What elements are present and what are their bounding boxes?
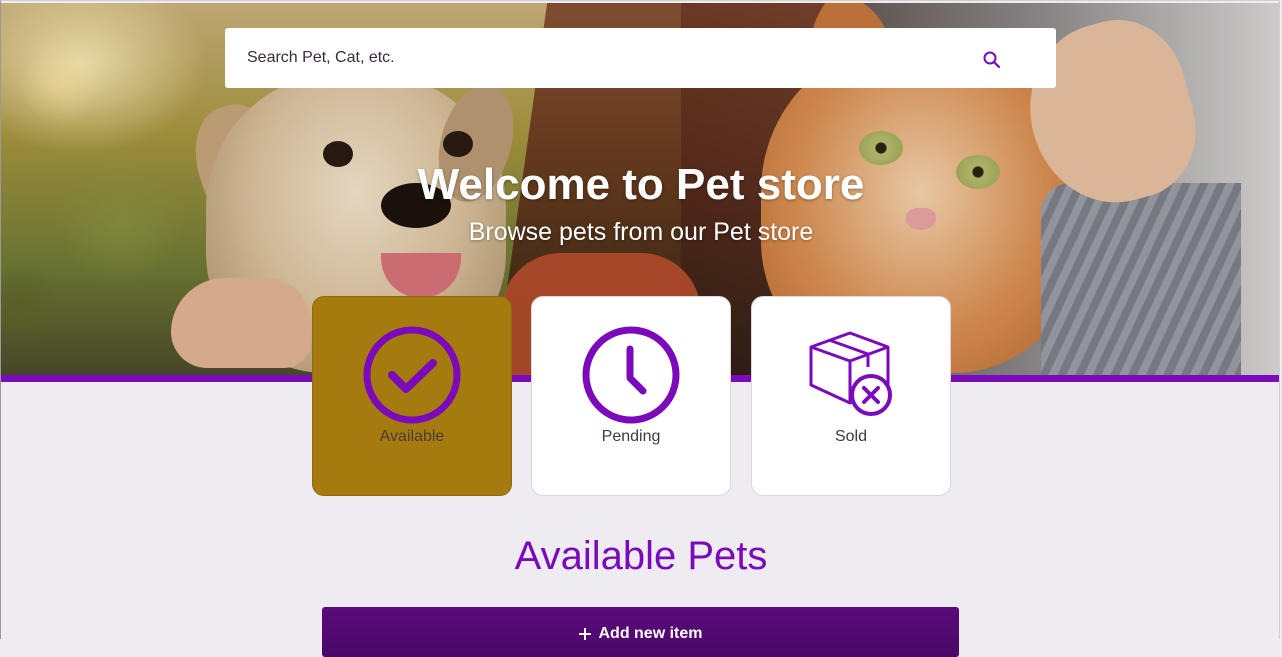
page-title: Welcome to Pet store [417, 160, 865, 209]
search-icon[interactable] [982, 50, 1002, 70]
status-card-pending[interactable]: Pending [531, 296, 731, 496]
clock-icon [582, 326, 680, 424]
section-title: Available Pets [514, 534, 768, 578]
search-input[interactable] [225, 28, 987, 88]
status-card-available[interactable]: Available [312, 296, 512, 496]
add-new-item-label: Add new item [598, 625, 703, 642]
page-subtitle: Browse pets from our Pet store [468, 218, 814, 246]
box-cancel-icon [809, 331, 892, 416]
status-card-label: Available [379, 428, 445, 445]
search-bar [225, 28, 1056, 88]
check-circle-icon [363, 326, 461, 424]
status-card-label: Pending [601, 428, 661, 445]
status-card-sold[interactable]: Sold [751, 296, 951, 496]
add-new-item-button[interactable]: Add new item [322, 607, 959, 657]
status-card-label: Sold [834, 428, 868, 445]
